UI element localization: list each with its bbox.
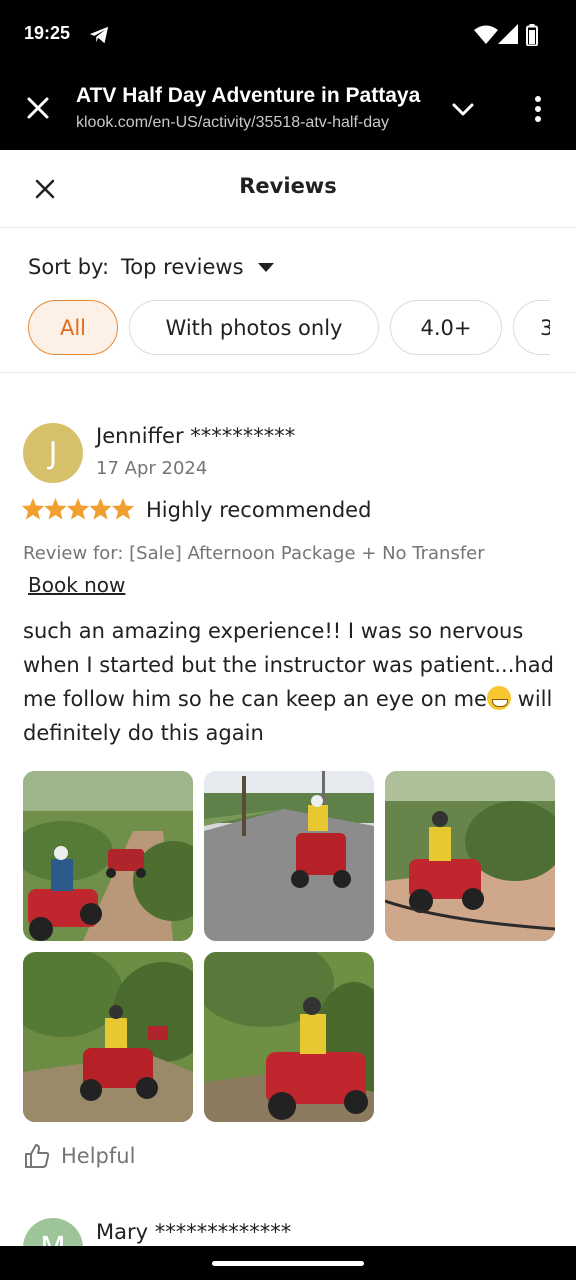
sort-dropdown[interactable]: Sort by: Top reviews bbox=[28, 252, 274, 282]
more-vert-icon[interactable] bbox=[524, 92, 552, 126]
sort-label: Sort by: bbox=[28, 255, 110, 279]
star-icon bbox=[22, 498, 44, 520]
reviewer-name: Mary ************* bbox=[96, 1220, 292, 1244]
reviews-title: Reviews bbox=[239, 174, 337, 198]
chevron-down-icon[interactable] bbox=[446, 92, 480, 126]
star-icon bbox=[44, 498, 67, 520]
navigation-bar bbox=[0, 1246, 576, 1280]
signal-icon bbox=[498, 24, 518, 44]
review-headline: Highly recommended bbox=[146, 498, 372, 522]
caret-down-icon[interactable] bbox=[257, 262, 274, 272]
star-icon bbox=[112, 498, 134, 520]
review-text-body: such an amazing experience!! I was so ne… bbox=[23, 619, 554, 711]
helpful-button[interactable]: Helpful bbox=[23, 1140, 135, 1172]
review-photo[interactable] bbox=[23, 952, 193, 1122]
status-time: 19:25 bbox=[24, 23, 71, 43]
review-photo[interactable] bbox=[204, 771, 374, 941]
filter-chip-all[interactable]: All bbox=[28, 300, 118, 355]
reviews-header: Reviews bbox=[0, 150, 576, 228]
helpful-label: Helpful bbox=[61, 1144, 136, 1168]
filter-chip-with-photos[interactable]: With photos only bbox=[129, 300, 379, 355]
star-icon bbox=[89, 498, 112, 520]
filter-chip-3-plus[interactable]: 3.0+ bbox=[513, 300, 550, 355]
review-photo[interactable] bbox=[385, 771, 555, 941]
filter-chips: All With photos only 4.0+ 3.0+ bbox=[28, 300, 550, 356]
review-date: 17 Apr 2024 bbox=[96, 458, 208, 479]
avatar: J bbox=[23, 423, 83, 483]
status-bar: 19:25 bbox=[0, 0, 576, 70]
filter-chip-4-plus[interactable]: 4.0+ bbox=[390, 300, 502, 355]
book-now-link[interactable]: Book now bbox=[28, 573, 125, 597]
page-url[interactable]: klook.com/en-US/activity/35518-atv-half-… bbox=[76, 114, 424, 132]
star-rating bbox=[22, 498, 134, 520]
divider bbox=[0, 372, 576, 373]
battery-icon bbox=[526, 24, 538, 46]
close-tab-icon[interactable] bbox=[20, 90, 56, 126]
telegram-icon bbox=[89, 26, 109, 44]
review-photo[interactable] bbox=[23, 771, 193, 941]
sort-value[interactable]: Top reviews bbox=[121, 255, 244, 279]
review-text: such an amazing experience!! I was so ne… bbox=[23, 614, 563, 750]
browser-toolbar: ATV Half Day Adventure in Pattaya klook.… bbox=[0, 70, 576, 150]
reviewer-name: Jenniffer ********** bbox=[96, 424, 296, 448]
home-handle[interactable] bbox=[212, 1261, 364, 1266]
thumbs-up-icon bbox=[25, 1144, 50, 1168]
review-for: Review for: [Sale] Afternoon Package + N… bbox=[23, 543, 485, 564]
star-icon bbox=[67, 498, 89, 520]
wifi-icon bbox=[474, 25, 498, 44]
page-title: ATV Half Day Adventure in Pattaya bbox=[76, 84, 421, 107]
grinning-emoji-icon bbox=[486, 686, 511, 710]
review-photo[interactable] bbox=[204, 952, 374, 1122]
